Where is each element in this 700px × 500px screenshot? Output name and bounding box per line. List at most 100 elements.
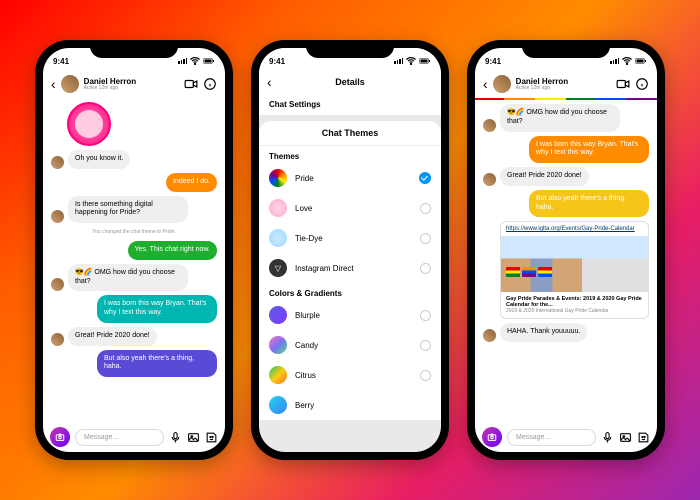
info-icon[interactable] bbox=[635, 77, 649, 91]
presence-text: Active 12m ago bbox=[84, 86, 179, 91]
phone-3: 9:41 ‹ Daniel Herron Active 12m ago 😎🌈 O… bbox=[467, 40, 665, 460]
sticker-icon[interactable] bbox=[637, 431, 650, 444]
candy-swatch-icon bbox=[269, 336, 287, 354]
igd-swatch-icon: ▽ bbox=[269, 259, 287, 277]
signal-icon bbox=[178, 58, 187, 64]
avatar bbox=[51, 156, 64, 169]
battery-icon bbox=[635, 55, 647, 67]
message-received[interactable]: Oh you know it. bbox=[68, 150, 130, 169]
color-item-blurple[interactable]: Blurple bbox=[259, 300, 441, 330]
chat-settings-label[interactable]: Chat Settings bbox=[259, 94, 441, 115]
camera-button[interactable] bbox=[482, 427, 502, 447]
avatar bbox=[483, 119, 496, 132]
mic-icon[interactable] bbox=[601, 431, 614, 444]
message-sent[interactable]: I was born this way Bryan. That's why I … bbox=[529, 136, 649, 164]
notch bbox=[522, 40, 610, 58]
battery-icon bbox=[203, 55, 215, 67]
message-received[interactable]: Is there something digital happening for… bbox=[68, 196, 188, 224]
back-icon[interactable]: ‹ bbox=[51, 76, 56, 92]
details-header: ‹ Details bbox=[259, 72, 441, 94]
link-preview[interactable]: https://www.iglta.org/Events/Gay-Pride-C… bbox=[500, 221, 649, 319]
radio-icon bbox=[420, 370, 431, 381]
image-icon[interactable] bbox=[187, 431, 200, 444]
message-sent[interactable]: Indeed I do. bbox=[166, 173, 217, 192]
status-time: 9:41 bbox=[485, 57, 501, 66]
color-item-citrus[interactable]: Citrus bbox=[259, 360, 441, 390]
status-time: 9:41 bbox=[53, 57, 69, 66]
theme-item-love[interactable]: Love bbox=[259, 193, 441, 223]
radio-icon bbox=[420, 340, 431, 351]
image-icon[interactable] bbox=[619, 431, 632, 444]
system-message: You changed the chat theme to Pride. bbox=[51, 227, 217, 237]
avatar bbox=[51, 333, 64, 346]
link-url: https://www.iglta.org/Events/Gay-Pride-C… bbox=[501, 222, 648, 236]
message-sent[interactable]: I was born this way Bryan. That's why I … bbox=[97, 295, 217, 323]
back-icon[interactable]: ‹ bbox=[483, 76, 488, 92]
notch bbox=[306, 40, 394, 58]
story-avatar[interactable] bbox=[67, 102, 111, 146]
message-input[interactable]: Message... bbox=[507, 429, 596, 446]
battery-icon bbox=[419, 55, 431, 67]
sticker-icon[interactable] bbox=[205, 431, 218, 444]
message-input[interactable]: Message... bbox=[75, 429, 164, 446]
chat-header: ‹ Daniel Herron Active 12m ago bbox=[475, 72, 657, 98]
presence-text: Active 12m ago bbox=[516, 86, 611, 91]
phone-1: 9:41 ‹ Daniel Herron Active 12m ago Oh y… bbox=[35, 40, 233, 460]
link-title: Gay Pride Parades & Events: 2019 & 2020 … bbox=[506, 296, 643, 308]
theme-item-igd[interactable]: ▽Instagram Direct bbox=[259, 253, 441, 283]
message-received[interactable]: Great! Pride 2020 done! bbox=[68, 327, 157, 346]
composer: Message... bbox=[43, 422, 225, 452]
link-desc: 2019 & 2020 International Gay Pride Cale… bbox=[506, 308, 643, 314]
blurple-swatch-icon bbox=[269, 306, 287, 324]
phone-2: 9:41 ‹ Details Chat Settings Chat Themes… bbox=[251, 40, 449, 460]
composer: Message... bbox=[475, 422, 657, 452]
check-icon bbox=[419, 172, 431, 184]
chat-header: ‹ Daniel Herron Active 12m ago bbox=[43, 72, 225, 98]
video-call-icon[interactable] bbox=[616, 77, 630, 91]
chat-body: Oh you know it. Indeed I do. Is there so… bbox=[43, 98, 225, 422]
themes-subhead: Themes bbox=[259, 146, 441, 163]
citrus-swatch-icon bbox=[269, 366, 287, 384]
mic-icon[interactable] bbox=[169, 431, 182, 444]
radio-icon bbox=[420, 203, 431, 214]
back-icon[interactable]: ‹ bbox=[267, 74, 272, 90]
color-item-candy[interactable]: Candy bbox=[259, 330, 441, 360]
love-swatch-icon bbox=[269, 199, 287, 217]
camera-button[interactable] bbox=[50, 427, 70, 447]
themes-list: Themes Pride Love Tie-Dye ▽Instagram Dir… bbox=[259, 146, 441, 420]
pride-swatch-icon bbox=[269, 169, 287, 187]
message-sent[interactable]: Yes. This chat right now. bbox=[128, 241, 218, 260]
radio-icon bbox=[420, 263, 431, 274]
message-received[interactable]: 😎🌈 OMG how did you choose that? bbox=[68, 264, 188, 292]
colors-subhead: Colors & Gradients bbox=[259, 283, 441, 300]
radio-icon bbox=[420, 310, 431, 321]
avatar bbox=[51, 210, 64, 223]
message-received[interactable]: 😎🌈 OMG how did you choose that? bbox=[500, 104, 620, 132]
video-call-icon[interactable] bbox=[184, 77, 198, 91]
notch bbox=[90, 40, 178, 58]
message-received[interactable]: HAHA. Thank youuuuu. bbox=[500, 323, 587, 342]
signal-icon bbox=[610, 58, 619, 64]
theme-item-pride[interactable]: Pride bbox=[259, 163, 441, 193]
message-sent[interactable]: But also yeah there's a thing, haha. bbox=[97, 350, 217, 378]
avatar[interactable] bbox=[61, 75, 79, 93]
radio-icon bbox=[420, 233, 431, 244]
chat-body: 😎🌈 OMG how did you choose that? I was bo… bbox=[475, 100, 657, 422]
status-time: 9:41 bbox=[269, 57, 285, 66]
message-sent[interactable]: But also yeah there's a thing, haha. bbox=[529, 190, 649, 218]
tiedye-swatch-icon bbox=[269, 229, 287, 247]
avatar[interactable] bbox=[493, 75, 511, 93]
color-item-berry[interactable]: Berry bbox=[259, 390, 441, 420]
signal-icon bbox=[394, 58, 403, 64]
theme-item-tiedye[interactable]: Tie-Dye bbox=[259, 223, 441, 253]
details-title: Details bbox=[335, 77, 365, 87]
wifi-icon bbox=[189, 55, 201, 67]
info-icon[interactable] bbox=[203, 77, 217, 91]
avatar bbox=[483, 173, 496, 186]
chat-themes-heading: Chat Themes bbox=[259, 121, 441, 146]
wifi-icon bbox=[405, 55, 417, 67]
wifi-icon bbox=[621, 55, 633, 67]
message-received[interactable]: Great! Pride 2020 done! bbox=[500, 167, 589, 186]
berry-swatch-icon bbox=[269, 396, 287, 414]
avatar bbox=[483, 329, 496, 342]
